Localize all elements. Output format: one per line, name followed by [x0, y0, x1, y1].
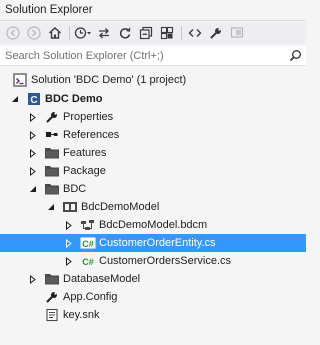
tree-item-label: Package — [63, 165, 106, 177]
folder-icon — [44, 163, 60, 179]
collapsed-arrow-icon[interactable] — [28, 112, 38, 122]
svg-text:C: C — [30, 95, 37, 106]
tree-item-customer-orders-service[interactable]: C# CustomerOrdersService.cs — [0, 252, 306, 270]
view-code-icon[interactable] — [185, 24, 205, 42]
search-input[interactable] — [0, 46, 284, 65]
collapsed-arrow-icon[interactable] — [28, 130, 38, 140]
tree-item-bdc[interactable]: BDC — [0, 180, 306, 198]
collapsed-arrow-icon[interactable] — [64, 220, 74, 230]
folder-icon — [44, 181, 60, 197]
bdcm-file-icon — [80, 217, 96, 233]
show-all-files-icon[interactable] — [157, 24, 177, 42]
csharp-file-icon: C# — [80, 253, 96, 269]
folder-icon — [44, 271, 60, 287]
tree-item-label: CustomerOrdersService.cs — [99, 255, 232, 267]
svg-text:C#: C# — [82, 257, 94, 267]
model-icon — [62, 199, 78, 215]
toolbar-separator — [69, 26, 70, 40]
home-icon[interactable] — [45, 24, 65, 42]
solution-tree: Solution 'BDC Demo' (1 project) C BDC De… — [0, 67, 306, 345]
forward-icon[interactable] — [24, 24, 44, 42]
tree-item-bdcdemomodel[interactable]: BdcDemoModel — [0, 198, 306, 216]
preview-icon[interactable] — [227, 24, 247, 42]
tree-item-label: BdcDemoModel.bdcm — [99, 219, 208, 231]
sync-icon[interactable] — [94, 24, 114, 42]
key-file-icon — [44, 307, 60, 323]
back-icon[interactable] — [3, 24, 23, 42]
tree-item-label: References — [63, 129, 120, 141]
collapse-all-icon[interactable] — [136, 24, 156, 42]
tree-item-app-config[interactable]: App.Config — [0, 288, 306, 306]
tree-item-label: key.snk — [63, 309, 100, 321]
tree-item-label: CustomerOrderEntity.cs — [99, 237, 216, 249]
expanded-arrow-icon[interactable] — [46, 202, 56, 212]
tree-item-project[interactable]: C BDC Demo — [0, 90, 306, 108]
tree-item-label: BDC — [63, 183, 87, 195]
svg-text:C#: C# — [82, 239, 94, 249]
expanded-arrow-icon[interactable] — [10, 94, 20, 104]
tree-item-properties[interactable]: Properties — [0, 108, 306, 126]
tree-item-bdcm-file[interactable]: BdcDemoModel.bdcm — [0, 216, 306, 234]
refresh-icon[interactable] — [115, 24, 135, 42]
solution-icon — [12, 72, 28, 88]
csharp-file-icon: C# — [80, 235, 96, 251]
tree-item-solution[interactable]: Solution 'BDC Demo' (1 project) — [0, 71, 306, 89]
collapsed-arrow-icon[interactable] — [28, 166, 38, 176]
search-icon[interactable] — [284, 49, 306, 62]
tree-item-label: BdcDemoModel — [81, 201, 160, 213]
references-icon — [44, 127, 60, 143]
tree-item-label: Properties — [63, 111, 114, 123]
config-file-icon — [44, 289, 60, 305]
folder-icon — [44, 145, 60, 161]
tree-item-references[interactable]: References — [0, 126, 306, 144]
collapsed-arrow-icon[interactable] — [64, 256, 74, 266]
expanded-arrow-icon[interactable] — [28, 184, 38, 194]
wrench-icon — [44, 109, 60, 125]
tree-item-label: Solution 'BDC Demo' (1 project) — [31, 74, 187, 86]
csharp-project-icon: C — [26, 91, 42, 107]
tree-item-database-model[interactable]: DatabaseModel — [0, 270, 306, 288]
history-icon[interactable] — [73, 24, 93, 42]
tree-item-key-snk[interactable]: key.snk — [0, 306, 306, 324]
tree-item-label: App.Config — [63, 291, 118, 303]
collapsed-arrow-icon[interactable] — [28, 274, 38, 284]
toolbar-separator — [181, 26, 182, 40]
toolbar — [0, 22, 306, 44]
tree-item-features[interactable]: Features — [0, 144, 306, 162]
collapsed-arrow-icon[interactable] — [28, 148, 38, 158]
tree-item-customer-order-entity[interactable]: C# CustomerOrderEntity.cs — [0, 234, 306, 252]
tree-item-label: DatabaseModel — [63, 273, 141, 285]
panel-title: Solution Explorer — [0, 0, 306, 21]
tree-item-package[interactable]: Package — [0, 162, 306, 180]
tree-item-label: Features — [63, 147, 107, 159]
properties-icon[interactable] — [206, 24, 226, 42]
search-box[interactable] — [0, 46, 306, 66]
collapsed-arrow-icon[interactable] — [64, 238, 74, 248]
tree-item-label: BDC Demo — [45, 93, 103, 105]
